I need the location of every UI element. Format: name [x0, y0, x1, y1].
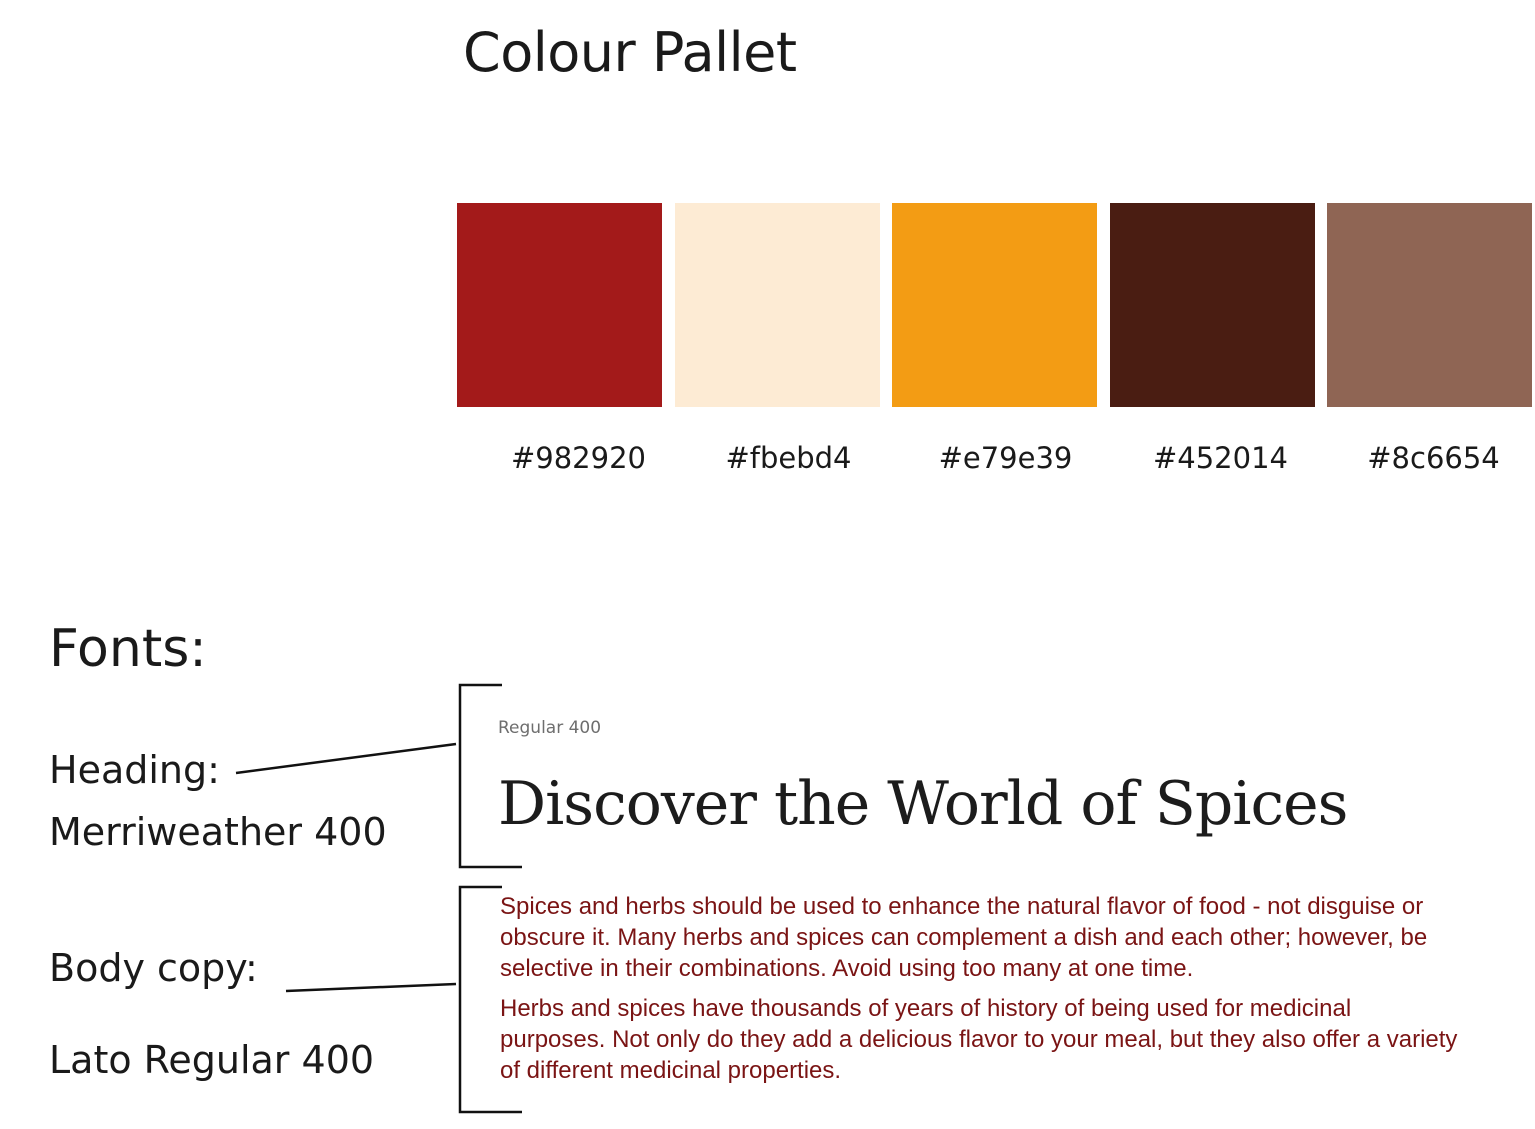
color-swatch-1 — [457, 203, 662, 407]
font-weight-caption: Regular 400 — [498, 718, 602, 738]
hex-code-2: #fbebd4 — [725, 441, 852, 475]
color-swatch-4 — [1110, 203, 1315, 407]
color-swatch-3 — [892, 203, 1097, 407]
body-font-name: Lato Regular 400 — [49, 1038, 375, 1082]
heading-connector-line — [235, 742, 457, 775]
heading-font-label: Heading: — [49, 748, 220, 792]
body-sample-paragraph-1: Spices and herbs should be used to enhan… — [500, 893, 1428, 982]
hex-code-4: #452014 — [1152, 441, 1288, 475]
body-connector-line — [285, 982, 457, 993]
hex-code-3: #e79e39 — [938, 441, 1073, 475]
page-title: Colour Pallet — [463, 21, 797, 84]
hex-code-5: #8c6654 — [1367, 441, 1500, 475]
body-font-label: Body copy: — [49, 946, 258, 990]
color-swatch-2 — [675, 203, 880, 407]
fonts-section-title: Fonts: — [49, 619, 207, 679]
body-sample-paragraph-2: Herbs and spices have thousands of years… — [500, 995, 1458, 1084]
heading-font-sample: Discover the World of Spices — [498, 769, 1348, 839]
color-swatch-5 — [1327, 203, 1532, 407]
heading-font-name: Merriweather 400 — [49, 810, 387, 854]
hex-code-1: #982920 — [510, 441, 646, 475]
